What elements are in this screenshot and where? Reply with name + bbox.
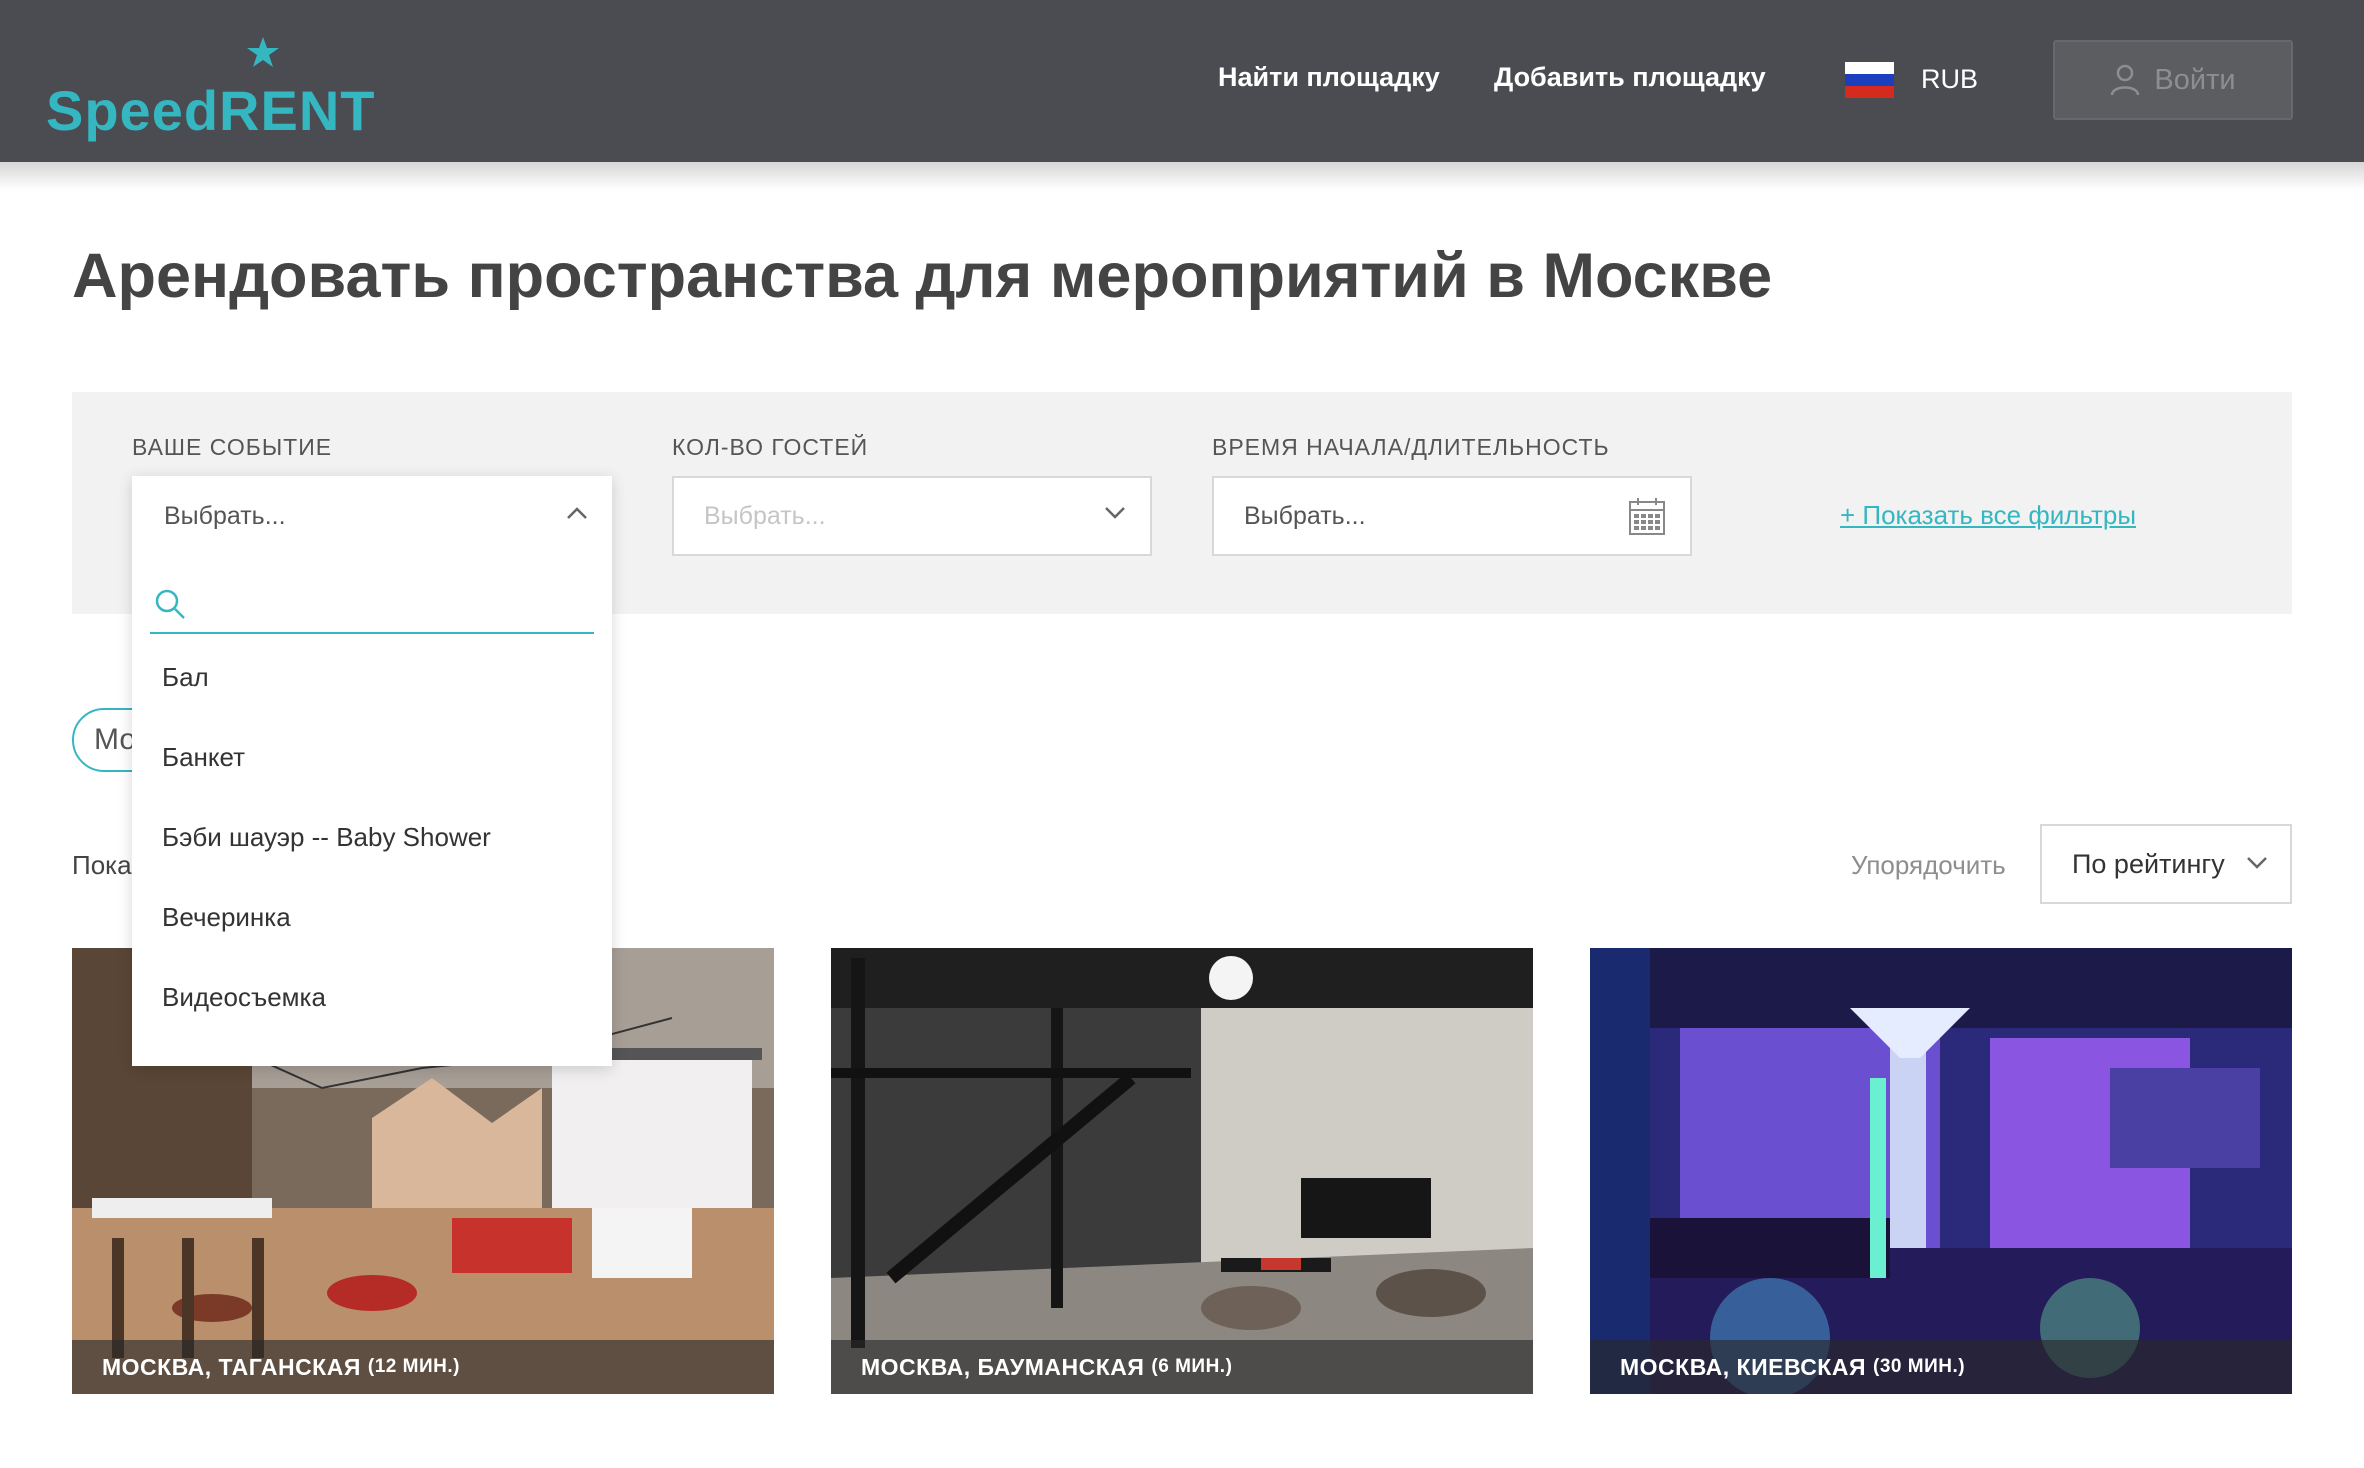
sort-label: Упорядочить bbox=[1851, 850, 2006, 880]
chevron-down-icon bbox=[1105, 507, 1125, 519]
venue-travel-time: (12 МИН.) bbox=[367, 1356, 460, 1377]
time-select[interactable]: Выбрать... bbox=[1212, 476, 1692, 556]
venue-card[interactable]: МОСКВА, БАУМАНСКАЯ (6 МИН.) bbox=[831, 948, 1533, 1394]
venue-location: МОСКВА, КИЕВСКАЯ (30 МИН.) bbox=[1590, 1340, 2292, 1394]
venue-station: МОСКВА, БАУМАНСКАЯ bbox=[861, 1353, 1145, 1380]
location-chip-label: Мо bbox=[94, 723, 137, 756]
time-select-value: Выбрать... bbox=[1244, 501, 1366, 530]
top-header: SpeedRENT Найти площадку Добавить площад… bbox=[0, 0, 2364, 162]
venue-station: МОСКВА, ТАГАНСКАЯ bbox=[102, 1353, 361, 1380]
currency-selector[interactable]: RUB bbox=[1921, 64, 1978, 95]
dropdown-option[interactable]: Бэби шауэр -- Baby Shower bbox=[162, 822, 491, 853]
calendar-icon bbox=[1629, 498, 1665, 535]
sort-select-value: По рейтингу bbox=[2072, 848, 2225, 879]
event-filter-label: ВАШЕ СОБЫТИЕ bbox=[132, 434, 333, 460]
logo-text: SpeedRENT bbox=[46, 79, 376, 142]
guests-select[interactable]: Выбрать... bbox=[672, 476, 1152, 556]
dropdown-option[interactable]: Банкет bbox=[162, 742, 245, 773]
dropdown-option[interactable]: Бал bbox=[162, 662, 209, 693]
guests-filter-label: КОЛ-ВО ГОСТЕЙ bbox=[672, 434, 869, 460]
chevron-up-icon bbox=[567, 507, 587, 519]
chevron-down-icon bbox=[2247, 857, 2267, 869]
time-filter-label: ВРЕМЯ НАЧАЛА/ДЛИТЕЛЬНОСТЬ bbox=[1212, 434, 1610, 460]
dropdown-option[interactable]: Видеосъемка bbox=[162, 982, 326, 1013]
venue-travel-time: (30 МИН.) bbox=[1873, 1356, 1966, 1377]
dropdown-option[interactable]: Вечеринка bbox=[162, 902, 291, 933]
sort-select[interactable]: По рейтингу bbox=[2040, 824, 2292, 904]
venue-station: МОСКВА, КИЕВСКАЯ bbox=[1620, 1353, 1866, 1380]
event-search-input[interactable] bbox=[200, 584, 580, 624]
event-select-value: Выбрать... bbox=[164, 501, 286, 530]
results-count-text: Пока bbox=[72, 850, 132, 880]
venue-location: МОСКВА, ТАГАНСКАЯ (12 МИН.) bbox=[72, 1340, 774, 1394]
search-icon bbox=[155, 589, 185, 619]
venue-photo bbox=[831, 948, 1533, 1394]
venue-travel-time: (6 МИН.) bbox=[1151, 1356, 1233, 1377]
nav-find-venue[interactable]: Найти площадку bbox=[1218, 62, 1440, 93]
event-dropdown[interactable]: Выбрать... Бал Банкет Бэби шауэр -- Baby… bbox=[132, 476, 612, 1066]
event-search-field[interactable] bbox=[150, 576, 594, 634]
venue-card[interactable]: МОСКВА, КИЕВСКАЯ (30 МИН.) bbox=[1590, 948, 2292, 1394]
nav-add-venue[interactable]: Добавить площадку bbox=[1494, 62, 1766, 93]
venue-photo bbox=[1590, 948, 2292, 1394]
login-button[interactable]: Войти bbox=[2053, 40, 2293, 120]
show-all-filters-link[interactable]: + Показать все фильтры bbox=[1840, 500, 2136, 531]
header-shadow bbox=[0, 162, 2364, 190]
login-label: Войти bbox=[2154, 63, 2236, 96]
speedrent-logo[interactable]: SpeedRENT bbox=[46, 36, 375, 146]
event-select[interactable]: Выбрать... bbox=[132, 476, 612, 556]
guests-select-value: Выбрать... bbox=[704, 501, 826, 530]
page-title: Арендовать пространства для мероприятий … bbox=[72, 241, 1773, 311]
star-icon bbox=[247, 37, 279, 67]
russia-flag-icon[interactable] bbox=[1845, 62, 1894, 98]
venue-location: МОСКВА, БАУМАНСКАЯ (6 МИН.) bbox=[831, 1340, 1533, 1394]
user-icon bbox=[2111, 64, 2140, 96]
